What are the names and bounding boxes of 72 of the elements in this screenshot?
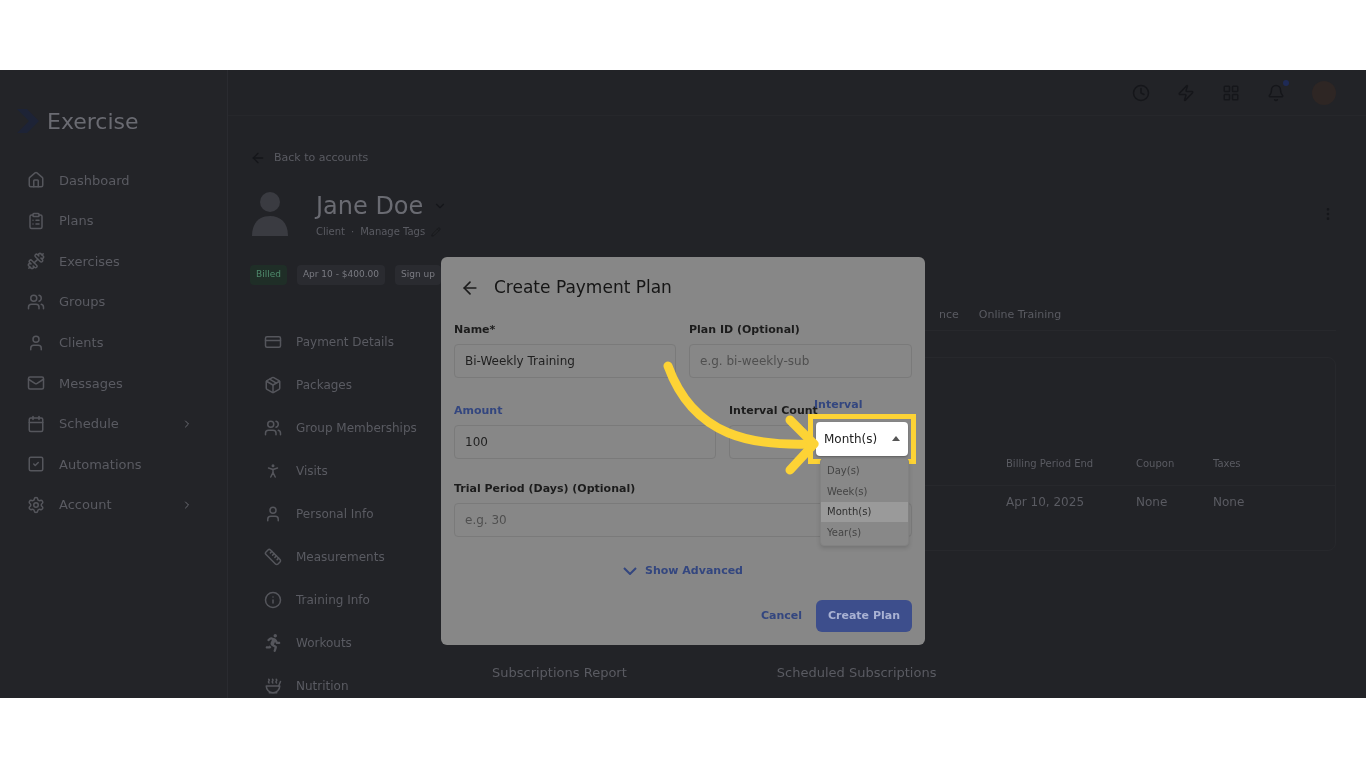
settings-icon [27, 496, 45, 515]
dropdown-option[interactable]: Week(s) [821, 481, 908, 502]
menu-item[interactable]: Nutrition [250, 664, 440, 698]
field-label: Amount [454, 403, 503, 418]
dumbbell-icon [27, 252, 45, 271]
modal-title: Create Payment Plan [494, 276, 672, 299]
tab[interactable]: Online Training [978, 306, 1062, 324]
nav-item[interactable]: Account [0, 484, 227, 526]
section-heading: Subscriptions Report [492, 663, 627, 682]
nav-item[interactable]: Groups [0, 281, 227, 323]
field-label: Trial Period (Days) (Optional) [454, 481, 636, 496]
nav-item[interactable]: Clients [0, 322, 227, 363]
nav-item[interactable]: Plans [0, 200, 227, 242]
nav-item[interactable]: Dashboard [0, 160, 227, 201]
checkbox-icon [27, 455, 45, 474]
menu-item[interactable]: Group Memberships [250, 406, 440, 450]
menu-item[interactable]: Measurements [250, 535, 440, 579]
field-label: Plan ID (Optional) [689, 322, 800, 337]
status-badge: Apr 10 - $400.00 [296, 265, 385, 285]
table-cell-text: None [1136, 494, 1169, 511]
column-header: Billing Period End [1006, 456, 1095, 471]
dropdown-option[interactable]: Day(s) [821, 460, 908, 481]
person-silhouette-icon [250, 189, 290, 238]
bell-icon[interactable] [1267, 83, 1285, 102]
client-name: Jane Doe [316, 191, 424, 222]
nav-item[interactable]: Automations [0, 444, 227, 485]
chevron-icon [623, 566, 637, 575]
person-icon [264, 505, 282, 523]
manage-tags-link[interactable]: Manage Tags [360, 224, 426, 239]
info-icon [264, 591, 282, 609]
calendar-icon [27, 414, 45, 433]
column-header: Taxes [1213, 456, 1242, 471]
person-icon [27, 333, 45, 352]
package-icon [264, 376, 282, 394]
interval-select[interactable]: Month(s) [816, 421, 908, 456]
group-icon [264, 419, 282, 437]
group-icon [27, 293, 45, 312]
show-advanced-link[interactable]: Show Advanced [454, 562, 912, 579]
status-badge: Billed [250, 265, 287, 285]
tab[interactable]: nce [939, 306, 959, 324]
field-label: Name* [454, 322, 496, 337]
table-cell-text: None [1213, 494, 1246, 511]
menu-item[interactable]: Packages [250, 363, 440, 407]
nav-item[interactable]: Messages [0, 362, 227, 404]
create-plan-button[interactable]: Create Plan [816, 600, 912, 632]
input-field[interactable]: e.g. bi-weekly-sub [689, 343, 912, 378]
menu-item[interactable]: Training Info [250, 578, 440, 622]
cancel-button[interactable]: Cancel [760, 607, 802, 625]
bowl-icon [264, 677, 282, 695]
card-icon [264, 333, 282, 351]
input-field[interactable]: 100 [454, 424, 716, 459]
nav-item[interactable]: Schedule [0, 403, 227, 445]
section-heading: Scheduled Subscriptions [776, 663, 937, 682]
dropdown-option[interactable]: Month(s) [821, 501, 908, 522]
separator-dot: · [350, 225, 355, 239]
nav-item[interactable]: Exercises [0, 241, 227, 282]
role-text: Client [316, 225, 345, 239]
menu-item[interactable]: Payment Details [250, 320, 440, 364]
logo-text: Exercise [47, 107, 139, 136]
status-badge: Sign up [395, 265, 441, 285]
ruler-icon [264, 548, 282, 566]
menu-item[interactable]: Personal Info [250, 492, 440, 536]
input-field[interactable]: Bi-Weekly Training [454, 343, 676, 378]
column-header: Coupon [1136, 456, 1176, 471]
caret-icon [892, 436, 900, 441]
runner-icon [264, 634, 282, 652]
clipboard-icon [27, 211, 45, 230]
menu-item[interactable]: Visits [250, 449, 440, 493]
menu-item[interactable]: Workouts [250, 621, 440, 665]
table-cell-text: Apr 10, 2025 [1006, 494, 1085, 511]
mail-icon [27, 374, 45, 393]
home-icon [27, 171, 45, 190]
